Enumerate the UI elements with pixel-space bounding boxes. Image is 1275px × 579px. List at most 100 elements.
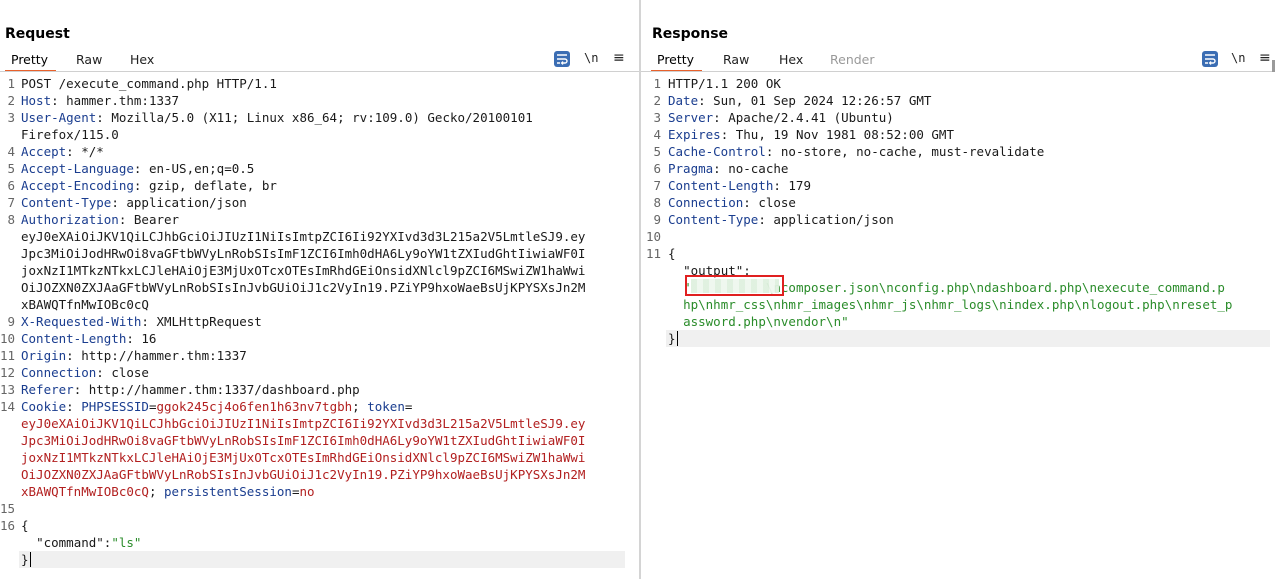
line-number: 2 [7,93,15,108]
response-tab-hex[interactable]: Hex [779,51,803,69]
newline-toggle[interactable]: \n [584,51,598,65]
code-token: eyJ0eXAiOiJKV1QiLCJhbGciOiJIUzI1NiIsImtp… [21,416,586,431]
code-token: "ls" [111,535,142,550]
code-line: Content-Length: 179 [668,177,811,194]
code-line: HTTP/1.1 200 OK [668,75,781,92]
code-line: Cache-Control: no-store, no-cache, must-… [668,143,1044,160]
code-token: Server [668,110,714,125]
code-token: Accept-Encoding [21,178,134,193]
line-number: 8 [653,195,661,210]
code-token: Referer [21,382,74,397]
code-token: Content-Type [668,212,759,227]
menu-icon[interactable]: ≡ [613,51,625,65]
line-number: 5 [7,161,15,176]
code-token: : close [743,195,796,210]
wrap-icon[interactable] [1202,51,1218,67]
request-tab-hex[interactable]: Hex [130,51,154,69]
code-token: Cache-Control [668,144,766,159]
code-token: : XMLHttpRequest [141,314,262,329]
code-line: User-Agent: Mozilla/5.0 (X11; Linux x86_… [21,109,533,126]
response-tab-underline [641,71,1275,72]
code-token: X-Requested-With [21,314,142,329]
code-token: ; [352,399,368,414]
code-token: xBAWQTfnMwIOBc0cQ [21,484,149,499]
code-token: Pragma [668,161,714,176]
code-line: Accept-Language: en-US,en;q=0.5 [21,160,254,177]
code-line: Authorization: Bearer [21,211,179,228]
code-token: : Thu, 19 Nov 1981 08:52:00 GMT [720,127,954,142]
code-token: "command" [36,535,104,550]
code-line: eyJ0eXAiOiJKV1QiLCJhbGciOiJIUzI1NiIsImtp… [21,228,585,245]
code-line: joxNzI1MTkzNTkxLCJleHAiOjE3MjUxOTcxOTEsI… [21,262,585,279]
code-token: Jpc3MiOiJodHRwOi8vaGFtbWVyLnRobSIsImF1ZC… [21,246,586,261]
code-token: User-Agent [21,110,97,125]
code-line: Firefox/115.0 [21,126,119,143]
code-token: Connection [21,365,97,380]
code-token: : no-store, no-cache, must-revalidate [765,144,1045,159]
code-line: X-Requested-With: XMLHttpRequest [21,313,262,330]
code-line: } [21,551,31,568]
request-tab-raw[interactable]: Raw [76,51,102,69]
code-line: POST /execute_command.php HTTP/1.1 [21,75,277,92]
code-token: Content-Length [668,178,774,193]
line-number: 8 [7,212,15,227]
response-title: Response [652,26,729,42]
code-token: : en-US,en;q=0.5 [133,161,255,176]
request-title: Request [5,26,70,42]
request-panel: Request Pretty Raw Hex \n ≡ 1 POST /execu… [0,0,639,579]
request-tab-pretty[interactable]: Pretty [4,51,57,72]
code-token: { [21,518,29,533]
line-number: 7 [653,178,661,193]
code-token: : gzip, deflate, br [133,178,277,193]
code-token: eyJ0eXAiOiJKV1QiLCJhbGciOiJIUzI1NiIsImtp… [21,229,586,244]
code-line: OiJOZXN0ZXJAaGFtbWVyLnRobSIsInJvbGUiOiJ1… [21,279,585,296]
code-token: Content-Length [21,331,127,346]
code-token: : Apache/2.4.41 (Ubuntu) [713,110,894,125]
line-number: 10 [0,331,16,346]
response-tab-pretty[interactable]: Pretty [650,51,703,72]
newline-toggle[interactable]: \n [1231,51,1245,65]
code-line: eyJ0eXAiOiJKV1QiLCJhbGciOiJIUzI1NiIsImtp… [21,415,585,432]
code-token: } [21,552,29,567]
menu-icon[interactable]: ≡ [1259,51,1271,65]
wrap-icon[interactable] [554,51,570,67]
code-token: HTTP/1.1 200 OK [668,76,781,91]
text-caret [29,552,31,567]
code-line: Accept: */* [21,143,104,160]
code-token: assword.php\nvendor\n" [683,314,849,329]
line-number: 3 [653,110,661,125]
code-line: Expires: Thu, 19 Nov 1981 08:52:00 GMT [668,126,954,143]
code-token: joxNzI1MTkzNTkxLCJleHAiOjE3MjUxOTcxOTEsI… [21,263,586,278]
code-token: : Sun, 01 Sep 2024 12:26:57 GMT [698,93,932,108]
code-line: "command":"ls" [21,534,141,551]
response-tab-render[interactable]: Render [830,51,875,69]
code-token: : Mozilla/5.0 (X11; Linux x86_64; rv:109… [96,110,533,125]
line-number: 4 [7,144,15,159]
code-line: joxNzI1MTkzNTkxLCJleHAiOjE3MjUxOTcxOTEsI… [21,449,585,466]
line-number: 3 [7,110,15,125]
code-token: : application/json [758,212,894,227]
response-tab-raw[interactable]: Raw [723,51,749,69]
code-token: ggok245cj4o6fen1h63nv7tgbh [156,399,353,414]
line-number: 15 [0,501,16,516]
code-line: Accept-Encoding: gzip, deflate, br [21,177,277,194]
line-number: 11 [0,348,16,363]
code-line: Connection: close [21,364,149,381]
highlight-box [685,275,784,296]
line-number: 9 [653,212,661,227]
code-token: : 179 [773,178,811,193]
code-token: Firefox/115.0 [21,127,119,142]
current-line-highlight [19,551,625,568]
code-token: : 16 [126,331,157,346]
line-number: 14 [0,399,16,414]
code-line: OiJOZXN0ZXJAaGFtbWVyLnRobSIsInJvbGUiOiJ1… [21,466,585,483]
code-token: Origin [21,348,67,363]
code-line: Host: hammer.thm:1337 [21,92,179,109]
code-token: : http://hammer.thm:1337 [66,348,247,363]
request-tab-underline [0,71,639,72]
line-number: 1 [653,76,661,91]
code-token: Cookie [21,399,67,414]
